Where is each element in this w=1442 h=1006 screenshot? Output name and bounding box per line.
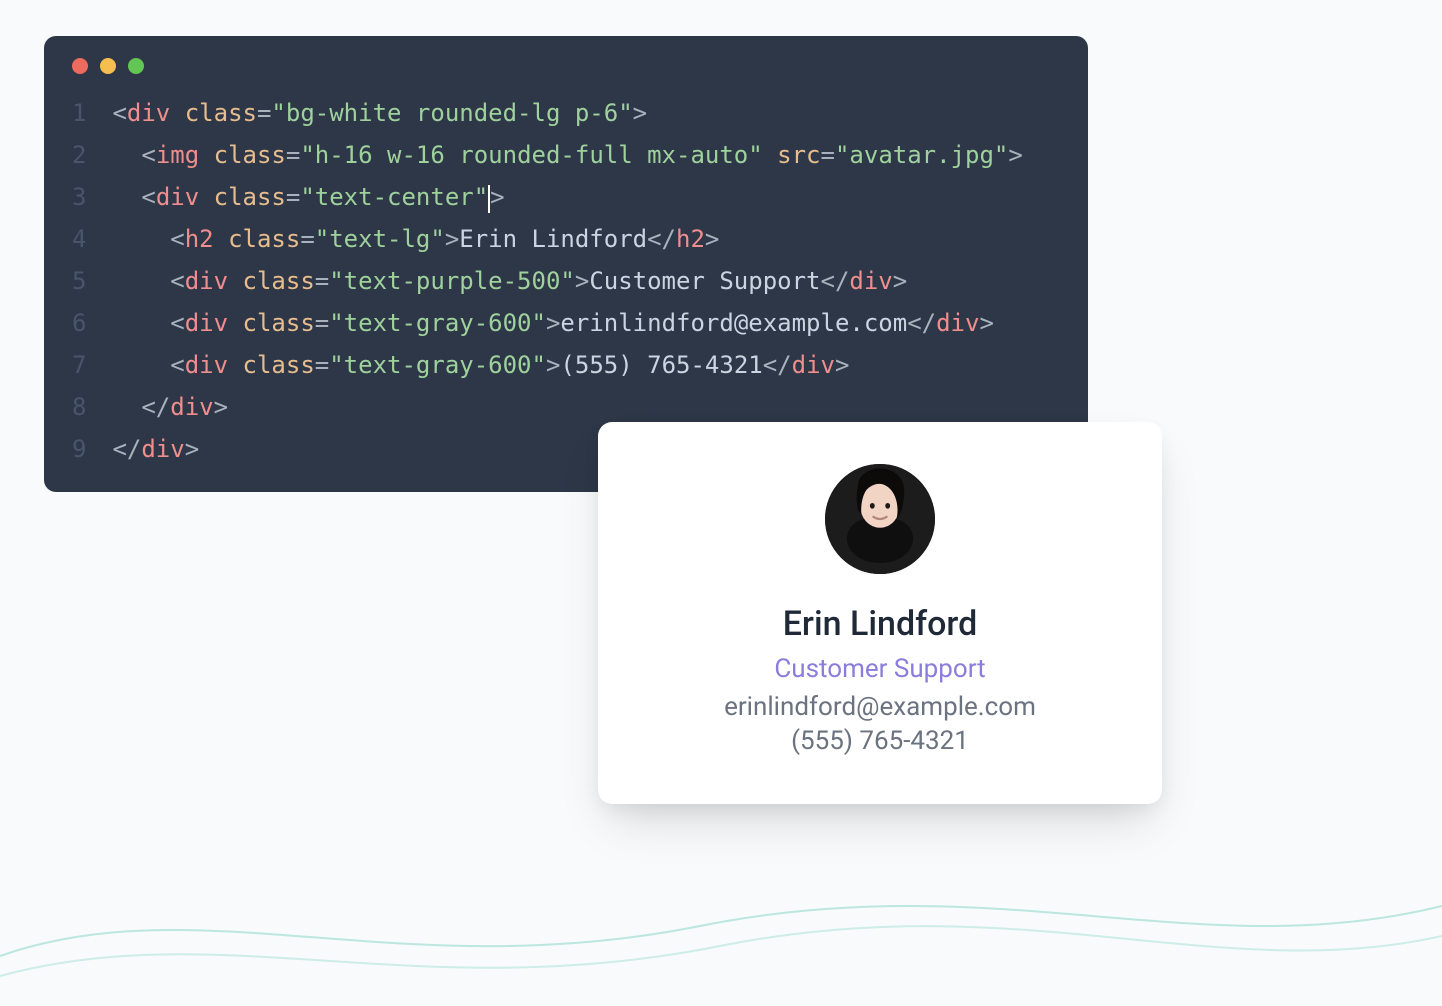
code-body[interactable]: <div class="bg-white rounded-lg p-6"> <i…: [112, 92, 1022, 470]
minimize-icon[interactable]: [100, 58, 116, 74]
line-number: 2: [72, 134, 86, 176]
code-line[interactable]: <h2 class="text-lg">Erin Lindford</h2>: [112, 218, 1022, 260]
code-line[interactable]: <div class="bg-white rounded-lg p-6">: [112, 92, 1022, 134]
code-line[interactable]: <img class="h-16 w-16 rounded-full mx-au…: [112, 134, 1022, 176]
line-number: 5: [72, 260, 86, 302]
card-role: Customer Support: [628, 654, 1132, 684]
card-name: Erin Lindford: [628, 604, 1132, 644]
line-number: 8: [72, 386, 86, 428]
line-number-gutter: 123456789: [72, 92, 86, 470]
card-email: erinlindford@example.com: [628, 692, 1132, 722]
wave-decoration: [0, 806, 1442, 1006]
close-icon[interactable]: [72, 58, 88, 74]
code-line[interactable]: <div class="text-center">: [112, 176, 1022, 218]
line-number: 6: [72, 302, 86, 344]
code-line[interactable]: <div class="text-purple-500">Customer Su…: [112, 260, 1022, 302]
maximize-icon[interactable]: [128, 58, 144, 74]
line-number: 3: [72, 176, 86, 218]
line-number: 7: [72, 344, 86, 386]
traffic-light-buttons: [72, 58, 1060, 74]
line-number: 4: [72, 218, 86, 260]
avatar: [825, 464, 935, 574]
profile-card: Erin Lindford Customer Support erinlindf…: [598, 422, 1162, 804]
line-number: 1: [72, 92, 86, 134]
code-line[interactable]: <div class="text-gray-600">erinlindford@…: [112, 302, 1022, 344]
line-number: 9: [72, 428, 86, 470]
card-phone: (555) 765-4321: [628, 726, 1132, 756]
code-line[interactable]: <div class="text-gray-600">(555) 765-432…: [112, 344, 1022, 386]
